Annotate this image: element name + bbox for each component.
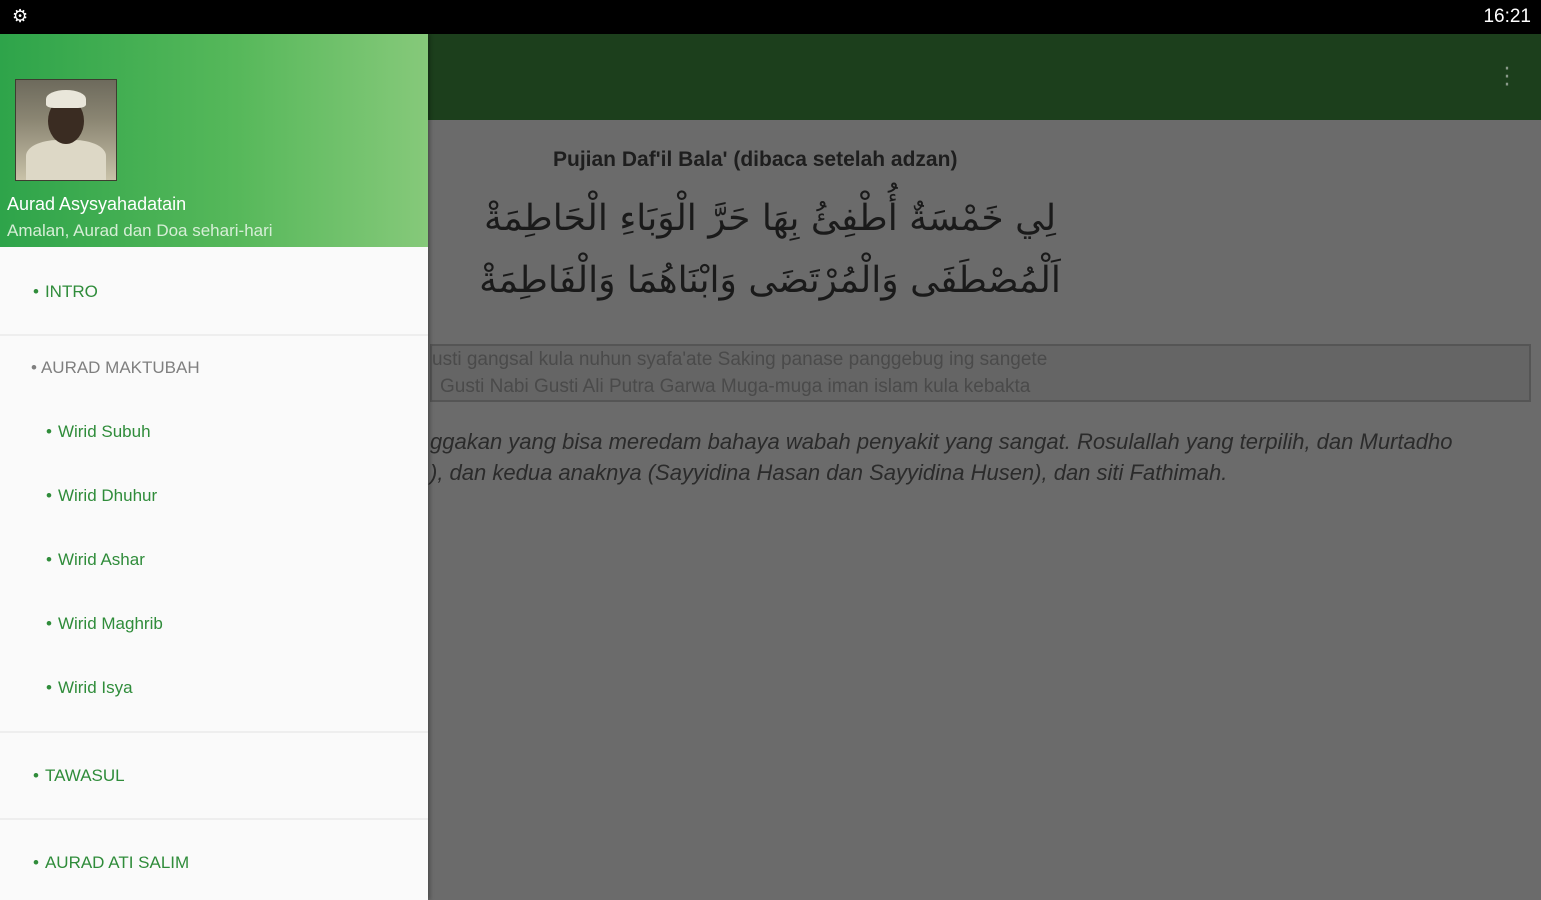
bullet-icon: • xyxy=(31,358,37,377)
nav-item-wirid-dhuhur[interactable]: • Wirid Dhuhur xyxy=(46,486,157,506)
transliteration-box: usti gangsal kula nuhun syafa'ate Saking… xyxy=(430,344,1531,402)
bullet-icon: • xyxy=(46,614,52,633)
nav-item-intro[interactable]: • INTRO xyxy=(33,282,98,302)
nav-item-wirid-subuh[interactable]: • Wirid Subuh xyxy=(46,422,151,442)
nav-item-label: Wirid Dhuhur xyxy=(57,486,158,505)
nav-item-wirid-ashar[interactable]: • Wirid Ashar xyxy=(46,550,145,570)
meaning-text: ggakan yang bisa meredam bahaya wabah pe… xyxy=(430,426,1520,488)
divider xyxy=(0,731,428,733)
avatar-robe xyxy=(26,140,106,180)
nav-item-tawasul[interactable]: • TAWASUL xyxy=(33,766,125,786)
drawer-title: Aurad Asysyahadatain xyxy=(7,194,187,214)
meaning-line-1: ggakan yang bisa meredam bahaya wabah pe… xyxy=(430,429,1453,454)
profile-avatar xyxy=(15,79,117,181)
translit-line-1: usti gangsal kula nuhun syafa'ate Saking… xyxy=(432,349,1048,370)
bullet-icon: • xyxy=(46,550,52,569)
arabic-line-2: اَلْمُصْطَفَى وَالْمُرْتَضَى وَابْنَاهُم… xyxy=(479,260,1061,301)
nav-item-aurad-ati-salim[interactable]: • AURAD ATI SALIM xyxy=(33,853,189,873)
nav-item-label: AURAD MAKTUBAH xyxy=(40,358,200,377)
nav-item-label: Wirid Ashar xyxy=(57,550,145,569)
translit-line-2: Gusti Nabi Gusti Ali Putra Garwa Muga-mu… xyxy=(440,376,1031,397)
overflow-menu-icon[interactable]: · · · xyxy=(1503,59,1511,97)
bullet-icon: • xyxy=(33,282,39,301)
nav-item-label: TAWASUL xyxy=(44,766,125,785)
status-clock: 16:21 xyxy=(1483,6,1531,27)
arabic-text-block: لِي خَمْسَةٌ أُطْفِئُ بِهَا حَرَّ الْوَب… xyxy=(470,188,1070,312)
status-bar: ⚙ 16:21 xyxy=(0,0,1541,34)
navigation-drawer: Aurad Asysyahadatain Amalan, Aurad dan D… xyxy=(0,34,428,900)
nav-section-aurad-maktubah[interactable]: • AURAD MAKTUBAH xyxy=(31,358,200,378)
nav-item-label: AURAD ATI SALIM xyxy=(44,853,190,872)
bullet-icon: • xyxy=(33,766,39,785)
nav-item-label: INTRO xyxy=(44,282,98,301)
avatar-cap xyxy=(46,90,86,108)
divider xyxy=(0,334,428,336)
bullet-icon: • xyxy=(46,486,52,505)
settings-gear-icon: ⚙ xyxy=(12,6,29,27)
drawer-subtitle: Amalan, Aurad dan Doa sehari-hari xyxy=(7,221,273,240)
prayer-heading: Pujian Daf'il Bala' (dibaca setelah adza… xyxy=(553,148,958,171)
arabic-line-1: لِي خَمْسَةٌ أُطْفِئُ بِهَا حَرَّ الْوَب… xyxy=(483,198,1057,239)
drawer-header: Aurad Asysyahadatain Amalan, Aurad dan D… xyxy=(0,34,428,247)
bullet-icon: • xyxy=(33,853,39,872)
nav-item-wirid-isya[interactable]: • Wirid Isya xyxy=(46,678,133,698)
bullet-icon: • xyxy=(46,422,52,441)
bullet-icon: • xyxy=(46,678,52,697)
nav-item-wirid-maghrib[interactable]: • Wirid Maghrib xyxy=(46,614,163,634)
nav-item-label: Wirid Maghrib xyxy=(57,614,163,633)
nav-item-label: Wirid Isya xyxy=(57,678,133,697)
nav-item-label: Wirid Subuh xyxy=(57,422,151,441)
meaning-line-2: ), dan kedua anaknya (Sayyidina Hasan da… xyxy=(430,460,1228,485)
divider xyxy=(0,818,428,820)
